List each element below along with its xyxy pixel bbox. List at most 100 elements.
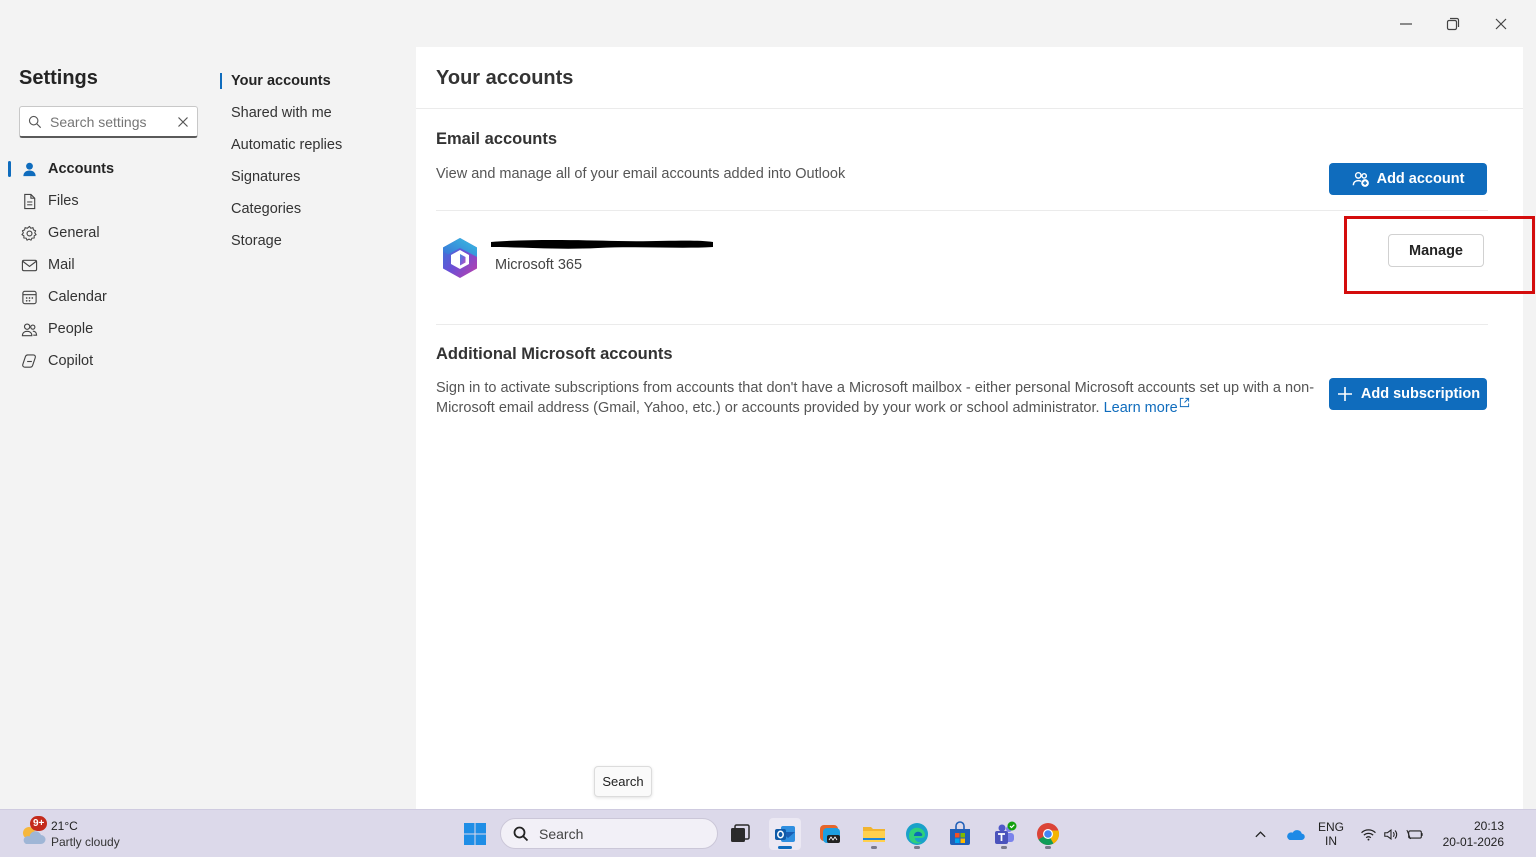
gear-icon — [21, 225, 37, 241]
settings-nav: Accounts Files General Mail Calendar Peo… — [0, 153, 205, 377]
volume-icon — [1384, 828, 1398, 840]
learn-more-label: Learn more — [1103, 400, 1178, 416]
redacted-email — [491, 240, 713, 249]
accounts-subnav: Your accounts Shared with me Automatic r… — [219, 65, 409, 257]
nav-item-calendar[interactable]: Calendar — [0, 281, 205, 313]
chevron-up-icon — [1255, 830, 1266, 837]
nav-item-files[interactable]: Files — [0, 185, 205, 217]
nav-label-calendar: Calendar — [48, 289, 107, 305]
manage-highlight-box — [1344, 216, 1535, 294]
nav-item-accounts[interactable]: Accounts — [0, 153, 205, 185]
clock[interactable]: 20:13 20-01-2026 — [1436, 810, 1510, 857]
clock-time: 20:13 — [1473, 819, 1504, 833]
taskbar-file-explorer[interactable] — [858, 818, 890, 850]
show-hidden-icons-button[interactable] — [1254, 810, 1267, 857]
start-button[interactable] — [459, 818, 491, 850]
document-icon — [24, 193, 36, 209]
edge-icon — [906, 823, 928, 845]
search-settings-input[interactable] — [50, 113, 170, 130]
person-icon — [23, 162, 36, 176]
windows-logo-icon — [464, 823, 486, 845]
settings-sidebar: Settings Accounts Files General Mail Cal… — [0, 47, 416, 809]
description-line-1: Sign in to activate subscriptions from a… — [436, 380, 1315, 396]
subnav-storage[interactable]: Storage — [219, 225, 409, 257]
onedrive-icon — [1287, 829, 1305, 840]
microsoft-365-app-icon — [820, 825, 840, 843]
account-row: Microsoft 365 — [436, 233, 1486, 289]
taskbar-edge[interactable] — [901, 818, 933, 850]
calendar-icon — [22, 290, 37, 304]
folder-icon — [863, 827, 885, 842]
close-icon[interactable] — [1486, 10, 1516, 38]
running-indicator — [914, 846, 920, 849]
running-indicator — [778, 846, 792, 849]
add-subscription-button[interactable]: Add subscription — [1329, 378, 1487, 410]
minimize-icon[interactable] — [1391, 10, 1421, 38]
nav-label-accounts: Accounts — [48, 161, 115, 177]
additional-accounts-title: Additional Microsoft accounts — [436, 345, 673, 363]
mail-icon — [21, 259, 38, 271]
taskbar-search-placeholder: Search — [539, 825, 584, 842]
taskbar: 9+ 21°C Partly cloudy Search ENG IN 20:1… — [0, 809, 1536, 857]
taskbar-m365[interactable] — [814, 818, 846, 850]
nav-item-mail[interactable]: Mail — [0, 249, 205, 281]
taskbar-teams[interactable] — [988, 818, 1020, 850]
taskbar-search[interactable]: Search — [500, 818, 718, 849]
page-title: Your accounts — [436, 67, 574, 89]
nav-item-copilot[interactable]: Copilot — [0, 345, 205, 377]
store-icon — [950, 821, 970, 845]
onedrive-tray[interactable] — [1285, 810, 1305, 857]
additional-accounts-description: Sign in to activate subscriptions from a… — [436, 379, 1316, 417]
subnav-your-accounts[interactable]: Your accounts — [219, 65, 409, 97]
settings-content: Your accounts Email accounts View and ma… — [416, 47, 1523, 809]
task-view-button[interactable] — [724, 818, 756, 850]
nav-item-people[interactable]: People — [0, 313, 205, 345]
taskbar-store[interactable] — [944, 818, 976, 850]
wifi-icon — [1361, 828, 1376, 841]
email-accounts-title: Email accounts — [436, 130, 558, 148]
restore-icon[interactable] — [1438, 10, 1468, 38]
language-code: ENG — [1318, 820, 1345, 834]
title-bar — [0, 0, 1536, 47]
settings-title: Settings — [19, 67, 98, 89]
description-line-2-text: Microsoft email address (Gmail, Yahoo, e… — [436, 400, 1100, 416]
subnav-categories[interactable]: Categories — [219, 193, 409, 225]
title-divider — [416, 108, 1523, 109]
add-account-button[interactable]: Add account — [1329, 163, 1487, 195]
language-indicator[interactable]: ENG IN — [1318, 810, 1350, 857]
add-people-icon — [1352, 171, 1369, 187]
nav-label-copilot: Copilot — [48, 353, 94, 369]
nav-label-general: General — [48, 225, 100, 241]
copilot-icon — [22, 353, 36, 368]
search-settings-box[interactable] — [19, 106, 198, 138]
microsoft-365-logo-icon — [443, 238, 477, 278]
clear-search-icon[interactable] — [177, 116, 189, 128]
nav-label-mail: Mail — [48, 257, 75, 273]
language-region: IN — [1325, 834, 1337, 848]
external-link-icon — [1179, 397, 1189, 408]
section-divider-2 — [436, 324, 1488, 325]
network-sound-battery[interactable] — [1360, 810, 1424, 857]
description-line-2: Microsoft email address (Gmail, Yahoo, e… — [436, 397, 1316, 417]
account-type: Microsoft 365 — [495, 257, 583, 273]
section-divider — [436, 210, 1488, 211]
taskbar-outlook[interactable] — [769, 818, 801, 850]
weather-temp: 21°C — [51, 819, 78, 833]
email-accounts-description: View and manage all of your email accoun… — [436, 166, 846, 182]
plus-icon — [1337, 387, 1352, 401]
search-icon — [513, 826, 529, 841]
subnav-automatic-replies[interactable]: Automatic replies — [219, 129, 409, 161]
nav-item-general[interactable]: General — [0, 217, 205, 249]
subnav-signatures[interactable]: Signatures — [219, 161, 409, 193]
learn-more-link[interactable]: Learn more — [1103, 397, 1190, 416]
clock-date: 20-01-2026 — [1442, 835, 1504, 849]
running-indicator — [1001, 846, 1007, 849]
nav-label-people: People — [48, 321, 94, 337]
people-icon — [21, 322, 38, 336]
nav-label-files: Files — [48, 193, 79, 209]
weather-widget[interactable]: 9+ 21°C Partly cloudy — [18, 816, 158, 852]
running-indicator — [1045, 846, 1051, 849]
teams-icon — [995, 821, 1017, 844]
taskbar-chrome[interactable] — [1032, 818, 1064, 850]
subnav-shared-with-me[interactable]: Shared with me — [219, 97, 409, 129]
